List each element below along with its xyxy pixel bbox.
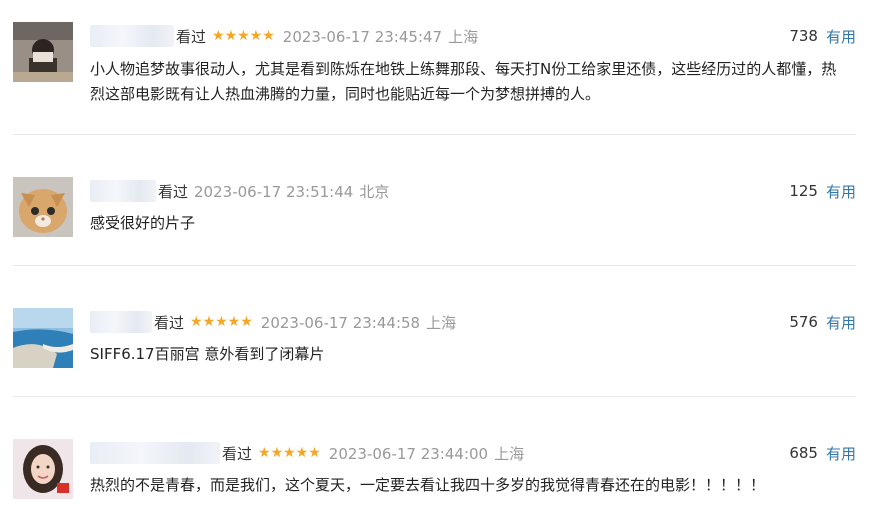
avatar[interactable] [13,22,73,82]
watched-label: 看过 [154,313,185,332]
review-meta: 2023-06-17 23:51:44 北京 [194,181,389,202]
review-content: 感受很好的片子 [90,214,196,232]
watched-label: 看过 [176,27,207,46]
username-redacted[interactable] [90,442,220,464]
review-date: 2023-06-17 23:44:58 [260,313,421,332]
review-item: 看过 ★★★★★ 2023-06-17 23:44:58 上海 576 有用 SI… [13,266,856,397]
useful-button[interactable]: 有用 [826,26,856,47]
review-list: 看过 ★★★★★ 2023-06-17 23:45:47 上海 738 有用 小人… [13,0,856,511]
rating-stars: ★★★★★ [258,445,321,461]
username-redacted[interactable] [90,180,156,202]
vote-count: 125 [789,182,818,200]
rating-stars: ★★★★★ [190,314,253,330]
review-item: 看过 2023-06-17 23:51:44 北京 125 有用 感受很好的片子 [13,135,856,266]
review-header: 看过 ★★★★★ 2023-06-17 23:45:47 上海 738 有用 [90,24,856,48]
vote-area: 125 有用 [789,181,856,202]
review-date: 2023-06-17 23:44:00 [328,444,489,463]
review-location: 北京 [359,182,390,201]
avatar[interactable] [13,177,73,237]
useful-button[interactable]: 有用 [826,443,856,464]
review-item: 看过 ★★★★★ 2023-06-17 23:44:00 上海 685 有用 热烈… [13,397,856,511]
review-header: 看过 2023-06-17 23:51:44 北京 125 有用 [90,179,856,203]
review-header: 看过 ★★★★★ 2023-06-17 23:44:00 上海 685 有用 [90,441,856,465]
review-meta: 2023-06-17 23:45:47 上海 [283,26,478,47]
review-meta: 2023-06-17 23:44:58 上海 [261,312,456,333]
review-item: 看过 ★★★★★ 2023-06-17 23:45:47 上海 738 有用 小人… [13,0,856,135]
review-content: 热烈的不是青春，而是我们，这个夏天，一定要去看让我四十多岁的我觉得青春还在的电影… [90,476,766,494]
review-location: 上海 [494,444,525,463]
review-date: 2023-06-17 23:45:47 [282,27,443,46]
vote-area: 738 有用 [789,26,856,47]
review-location: 上海 [448,27,479,46]
username-redacted[interactable] [90,25,174,47]
watched-label: 看过 [158,182,189,201]
avatar[interactable] [13,308,73,368]
useful-button[interactable]: 有用 [826,181,856,202]
watched-label: 看过 [222,444,253,463]
review-header: 看过 ★★★★★ 2023-06-17 23:44:58 上海 576 有用 [90,310,856,334]
vote-count: 685 [789,444,818,462]
avatar[interactable] [13,439,73,499]
review-location: 上海 [426,313,457,332]
rating-stars: ★★★★★ [212,28,275,44]
vote-count: 576 [789,313,818,331]
useful-button[interactable]: 有用 [826,312,856,333]
vote-area: 576 有用 [789,312,856,333]
vote-count: 738 [789,27,818,45]
review-content: 小人物追梦故事很动人，尤其是看到陈烁在地铁上练舞那段、每天打N份工给家里还债，这… [90,60,837,103]
review-content: SIFF6.17百丽宫 意外看到了闭幕片 [90,345,325,363]
username-redacted[interactable] [90,311,152,333]
review-date: 2023-06-17 23:51:44 [194,182,354,201]
vote-area: 685 有用 [789,443,856,464]
review-meta: 2023-06-17 23:44:00 上海 [329,443,524,464]
